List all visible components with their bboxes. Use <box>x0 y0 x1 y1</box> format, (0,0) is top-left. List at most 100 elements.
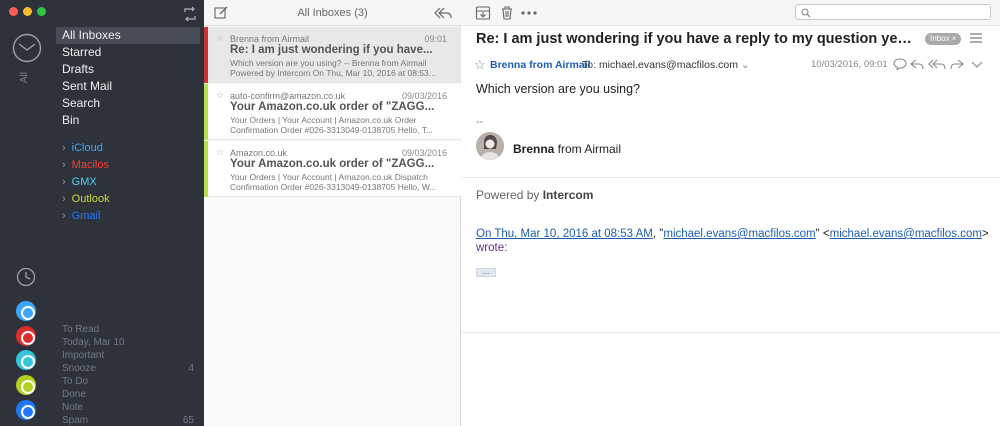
message-date: 09:01 <box>424 34 447 44</box>
quote-email-link[interactable]: michael.evans@macfilos.com <box>830 228 982 240</box>
smart-folder-label: To Do <box>62 376 89 387</box>
sidebar-item-sent-mail[interactable]: Sent Mail <box>56 78 200 95</box>
signature-rest: from Airmail <box>554 142 622 156</box>
person-icon <box>476 132 504 160</box>
sidebar-account-macilos[interactable]: › Macilos <box>62 157 109 173</box>
star-icon[interactable]: ☆ <box>474 57 486 73</box>
sidebar-account-icloud[interactable]: › iCloud <box>62 140 103 156</box>
sidebar-account-gmail[interactable]: › Gmail <box>62 208 100 224</box>
divider <box>461 177 1000 178</box>
message-date: 09/03/2016 <box>401 148 447 158</box>
sidebar-item-bin[interactable]: Bin <box>56 112 200 129</box>
to-label: To: <box>582 59 597 71</box>
quote-sep: , " <box>652 228 664 240</box>
chevron-right-icon: › <box>62 193 66 205</box>
chevron-down-icon[interactable] <box>970 58 984 70</box>
account-label: Gmail <box>71 210 101 222</box>
quote-date-link[interactable]: On Thu, Mar 10, 2016 at 08:53 AM <box>476 228 653 240</box>
chevron-down-icon[interactable]: ⌄ <box>741 59 750 71</box>
archive-icon[interactable] <box>475 5 491 21</box>
unread-count: 4 <box>188 363 194 374</box>
message-row[interactable]: ☆ Amazon.co.uk 09/03/2016 Your Amazon.co… <box>204 141 461 197</box>
list-title: All Inboxes (3) <box>297 7 368 19</box>
sidebar-item-all-inboxes[interactable]: All Inboxes <box>56 27 200 44</box>
gmail-account-icon[interactable] <box>16 400 36 420</box>
badge-label: Inbox <box>930 34 950 43</box>
account-label: Outlook <box>71 193 110 205</box>
message-from: auto-confirm@amazon.co.uk <box>230 91 346 101</box>
sidebar-item-label: Bin <box>62 113 80 127</box>
reply-all-icon[interactable] <box>928 58 946 70</box>
message-preview: Which version are you using? -- Brenna f… <box>230 58 436 78</box>
sidebar-item-snooze[interactable]: Snooze 4 <box>62 362 194 375</box>
smart-folder-label: Snooze <box>62 363 96 374</box>
quote-sep: > <box>981 228 989 240</box>
search-field[interactable] <box>795 4 991 20</box>
sidebar-item-to-do[interactable]: To Do <box>62 375 194 388</box>
smart-folder-label: Note <box>62 402 84 413</box>
icloud-account-icon[interactable] <box>16 301 36 321</box>
message-subject: Your Amazon.co.uk order of "ZAGG... <box>230 158 435 170</box>
star-icon[interactable]: ☆ <box>216 147 224 158</box>
gmx-account-icon[interactable] <box>16 350 36 370</box>
star-icon[interactable]: ☆ <box>216 90 224 101</box>
quote-wrote: wrote: <box>476 242 508 254</box>
zoom-window-button[interactable] <box>37 7 46 16</box>
account-color-bar <box>204 27 208 83</box>
sidebar-item-done[interactable]: Done <box>62 388 194 401</box>
sidebar-item-drafts[interactable]: Drafts <box>56 61 200 78</box>
search-input[interactable] <box>814 6 986 18</box>
account-label: GMX <box>71 176 97 188</box>
recipient-address[interactable]: michael.evans@macfilos.com <box>599 59 738 71</box>
airmail-logo-icon[interactable] <box>12 33 42 63</box>
message-from: Amazon.co.uk <box>230 148 288 158</box>
sidebar-item-search[interactable]: Search <box>56 95 200 112</box>
rail-all-label[interactable]: All <box>19 72 30 83</box>
signature-name: Brenna from Airmail <box>513 142 621 156</box>
badge-close-icon[interactable]: × <box>952 34 957 43</box>
message-subject-heading: Re: I am just wondering if you have a re… <box>476 31 916 47</box>
message-row[interactable]: ☆ auto-confirm@amazon.co.uk 09/03/2016 Y… <box>204 84 461 140</box>
sidebar-item-today[interactable]: Today, Mar 10 <box>62 336 194 349</box>
account-label: iCloud <box>71 142 103 154</box>
chevron-right-icon: › <box>62 142 66 154</box>
sidebar-item-important[interactable]: Important <box>62 349 194 362</box>
mailbox-sidebar: All Inboxes Starred Drafts Sent Mail Sea… <box>52 0 204 426</box>
inbox-badge[interactable]: Inbox × <box>925 33 962 45</box>
close-window-button[interactable] <box>9 7 18 16</box>
clock-icon[interactable] <box>16 267 36 287</box>
quote-email-link[interactable]: michael.evans@macfilos.com <box>663 228 815 240</box>
star-icon[interactable]: ☆ <box>216 33 224 44</box>
outlook-account-icon[interactable] <box>16 375 36 395</box>
sidebar-account-outlook[interactable]: › Outlook <box>62 191 110 207</box>
message-date: 09/03/2016 <box>401 91 447 101</box>
sidebar-item-note[interactable]: Note <box>62 401 194 414</box>
sidebar-item-starred[interactable]: Starred <box>56 44 200 61</box>
recipient-line: To: michael.evans@macfilos.com ⌄ <box>582 59 750 71</box>
sidebar-item-label: Drafts <box>62 62 95 76</box>
trash-icon[interactable] <box>499 5 515 21</box>
forward-icon[interactable] <box>950 58 964 70</box>
message-subject: Your Amazon.co.uk order of "ZAGG... <box>230 101 435 113</box>
more-options-icon[interactable] <box>520 5 538 21</box>
show-quoted-text-button[interactable]: ... <box>476 268 496 277</box>
macilos-account-icon[interactable] <box>16 326 36 346</box>
reply-icon[interactable] <box>910 58 924 70</box>
sender-name[interactable]: Brenna from Airmail <box>490 59 591 71</box>
quoted-header: On Thu, Mar 10, 2016 at 08:53 AM, "micha… <box>476 227 991 255</box>
sidebar-account-gmx[interactable]: › GMX <box>62 174 97 190</box>
message-row[interactable]: ☆ Brenna from Airmail 09:01 Re: I am jus… <box>204 27 461 83</box>
sidebar-item-label: Search <box>62 96 101 110</box>
sidebar-item-label: Starred <box>62 45 102 59</box>
sync-icon[interactable] <box>182 6 198 22</box>
message-preview: Your Orders | Your Account | Amazon.co.u… <box>230 172 437 192</box>
sidebar-item-spam[interactable]: Spam 65 <box>62 414 194 426</box>
reply-all-icon[interactable] <box>434 6 452 20</box>
smart-folder-label: Done <box>62 389 86 400</box>
reader-toolbar <box>461 0 1000 26</box>
sidebar-item-to-read[interactable]: To Read <box>62 323 194 336</box>
quote-sep: " < <box>815 228 830 240</box>
hamburger-menu-icon[interactable] <box>970 33 982 43</box>
comment-icon[interactable] <box>893 58 907 70</box>
minimize-window-button[interactable] <box>23 7 32 16</box>
